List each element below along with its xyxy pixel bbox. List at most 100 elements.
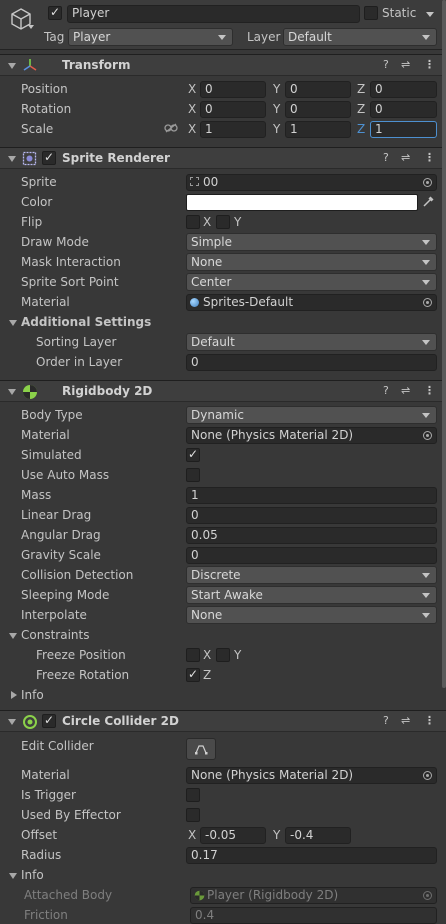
rigidbody2d-header[interactable]: Rigidbody 2D ? ⇌ ⋮: [0, 380, 446, 402]
sprite-renderer-foldout-arrow-icon[interactable]: [8, 156, 16, 162]
position-y-input[interactable]: 0: [285, 81, 351, 98]
static-checkbox[interactable]: [364, 6, 378, 20]
offset-x-input[interactable]: -0.05: [200, 827, 266, 844]
is-trigger-label: Is Trigger: [21, 788, 76, 802]
additional-settings-foldout-arrow-icon[interactable]: [9, 320, 17, 326]
offset-y-axis-label[interactable]: Y: [273, 828, 280, 842]
color-swatch[interactable]: [186, 194, 418, 211]
constrain-proportions-link-icon[interactable]: [164, 123, 178, 133]
help-icon[interactable]: ?: [383, 384, 389, 397]
freeze-position-x-checkbox[interactable]: [186, 648, 200, 662]
tag-dropdown[interactable]: Player: [68, 28, 233, 46]
interpolate-dropdown[interactable]: None: [186, 606, 437, 624]
simulated-checkbox[interactable]: [186, 447, 200, 462]
rotation-y-input[interactable]: 0: [285, 101, 351, 118]
scale-y-axis-label[interactable]: Y: [273, 122, 280, 136]
position-x-input[interactable]: 0: [200, 81, 266, 98]
object-picker-icon[interactable]: [423, 298, 432, 307]
sorting-layer-dropdown[interactable]: Default: [186, 333, 437, 351]
rotation-z-input[interactable]: 0: [370, 101, 437, 118]
object-picker-icon: [423, 891, 432, 900]
order-in-layer-input[interactable]: 0: [186, 354, 437, 371]
transform-foldout-arrow-icon[interactable]: [8, 63, 16, 69]
eyedropper-icon[interactable]: [421, 195, 435, 209]
presets-icon[interactable]: ⇌: [401, 58, 410, 71]
position-y-axis-label[interactable]: Y: [273, 82, 280, 96]
collision-detection-dropdown[interactable]: Discrete: [186, 566, 437, 584]
context-menu-icon[interactable]: ⋮: [424, 151, 435, 164]
object-name-input[interactable]: Player: [67, 5, 360, 23]
constraints-foldout-arrow-icon[interactable]: [9, 633, 17, 639]
scale-x-input[interactable]: 1: [200, 121, 266, 138]
position-z-input[interactable]: 0: [370, 81, 437, 98]
scale-y-input[interactable]: 1: [285, 121, 351, 138]
mass-input[interactable]: 1: [186, 487, 437, 504]
radius-input[interactable]: 0.17: [186, 847, 437, 864]
position-z-axis-label[interactable]: Z: [357, 82, 365, 96]
rigidbody2d-foldout-arrow-icon[interactable]: [8, 389, 16, 395]
body-type-dropdown[interactable]: Dynamic: [186, 406, 437, 424]
sorting-layer-label: Sorting Layer: [36, 335, 117, 349]
scale-z-input[interactable]: 1: [370, 121, 437, 138]
collider-material-object-field[interactable]: None (Physics Material 2D): [186, 767, 437, 784]
icon-dropdown-arrow-icon[interactable]: [28, 25, 34, 29]
gravity-scale-input[interactable]: 0: [186, 547, 437, 564]
object-picker-icon[interactable]: [423, 771, 432, 780]
constraints-label[interactable]: Constraints: [21, 628, 89, 642]
draw-mode-dropdown[interactable]: Simple: [186, 233, 437, 251]
help-icon[interactable]: ?: [383, 58, 389, 71]
rotation-z-axis-label[interactable]: Z: [357, 102, 365, 116]
static-dropdown-arrow-icon[interactable]: [426, 12, 434, 17]
object-picker-icon[interactable]: [423, 178, 432, 187]
object-picker-icon[interactable]: [423, 431, 432, 440]
circle-collider2d-enabled-checkbox[interactable]: [42, 713, 56, 728]
is-trigger-checkbox[interactable]: [186, 788, 200, 802]
used-by-effector-checkbox[interactable]: [186, 808, 200, 822]
edit-collider-button[interactable]: [186, 738, 216, 760]
layer-dropdown[interactable]: Default: [283, 28, 437, 46]
help-icon[interactable]: ?: [383, 151, 389, 164]
transform-header[interactable]: Transform ? ⇌ ⋮: [0, 54, 446, 76]
presets-icon[interactable]: ⇌: [401, 151, 410, 164]
freeze-rotation-z-checkbox[interactable]: [186, 667, 200, 682]
flip-y-checkbox[interactable]: [216, 215, 230, 229]
inspector-scrollbar[interactable]: [442, 0, 446, 688]
rotation-x-axis-label[interactable]: X: [188, 102, 196, 116]
offset-y-input[interactable]: -0.4: [285, 827, 351, 844]
rb-info-foldout-arrow-icon[interactable]: [11, 691, 17, 699]
sprite-renderer-enabled-checkbox[interactable]: [42, 150, 56, 165]
rotation-y-axis-label[interactable]: Y: [273, 102, 280, 116]
collider-info-label[interactable]: Info: [21, 868, 44, 882]
flip-x-checkbox[interactable]: [186, 215, 200, 229]
use-auto-mass-checkbox[interactable]: [186, 468, 200, 482]
circle-collider2d-foldout-arrow-icon[interactable]: [8, 719, 16, 725]
mask-interaction-dropdown[interactable]: None: [186, 253, 437, 271]
collider-info-foldout-arrow-icon[interactable]: [9, 873, 17, 879]
rb-material-object-field[interactable]: None (Physics Material 2D): [186, 427, 437, 444]
context-menu-icon[interactable]: ⋮: [424, 58, 435, 71]
offset-x-axis-label[interactable]: X: [188, 828, 196, 842]
sprite-object-field[interactable]: 00: [186, 174, 437, 191]
context-menu-icon[interactable]: ⋮: [424, 384, 435, 397]
linear-drag-input[interactable]: 0: [186, 507, 437, 524]
additional-settings-label[interactable]: Additional Settings: [21, 315, 151, 329]
presets-icon[interactable]: ⇌: [401, 384, 410, 397]
position-x-axis-label[interactable]: X: [188, 82, 196, 96]
freeze-position-y-checkbox[interactable]: [216, 648, 230, 662]
help-icon[interactable]: ?: [383, 714, 389, 727]
material-object-field[interactable]: Sprites-Default: [186, 294, 437, 311]
edit-collider-icon: [195, 745, 208, 755]
active-checkbox[interactable]: [48, 5, 62, 20]
scale-x-axis-label[interactable]: X: [188, 122, 196, 136]
sprite-sort-point-dropdown[interactable]: Center: [186, 273, 437, 291]
context-menu-icon[interactable]: ⋮: [424, 714, 435, 727]
circle-collider2d-header[interactable]: Circle Collider 2D ? ⇌ ⋮: [0, 710, 446, 732]
sleeping-mode-dropdown[interactable]: Start Awake: [186, 586, 437, 604]
sprite-renderer-header[interactable]: Sprite Renderer ? ⇌ ⋮: [0, 147, 446, 169]
angular-drag-input[interactable]: 0.05: [186, 527, 437, 544]
scale-z-axis-label[interactable]: Z: [357, 122, 365, 136]
rotation-x-input[interactable]: 0: [200, 101, 266, 118]
presets-icon[interactable]: ⇌: [401, 714, 410, 727]
rb-info-label[interactable]: Info: [21, 688, 44, 702]
sprite-sort-point-label: Sprite Sort Point: [21, 275, 119, 289]
